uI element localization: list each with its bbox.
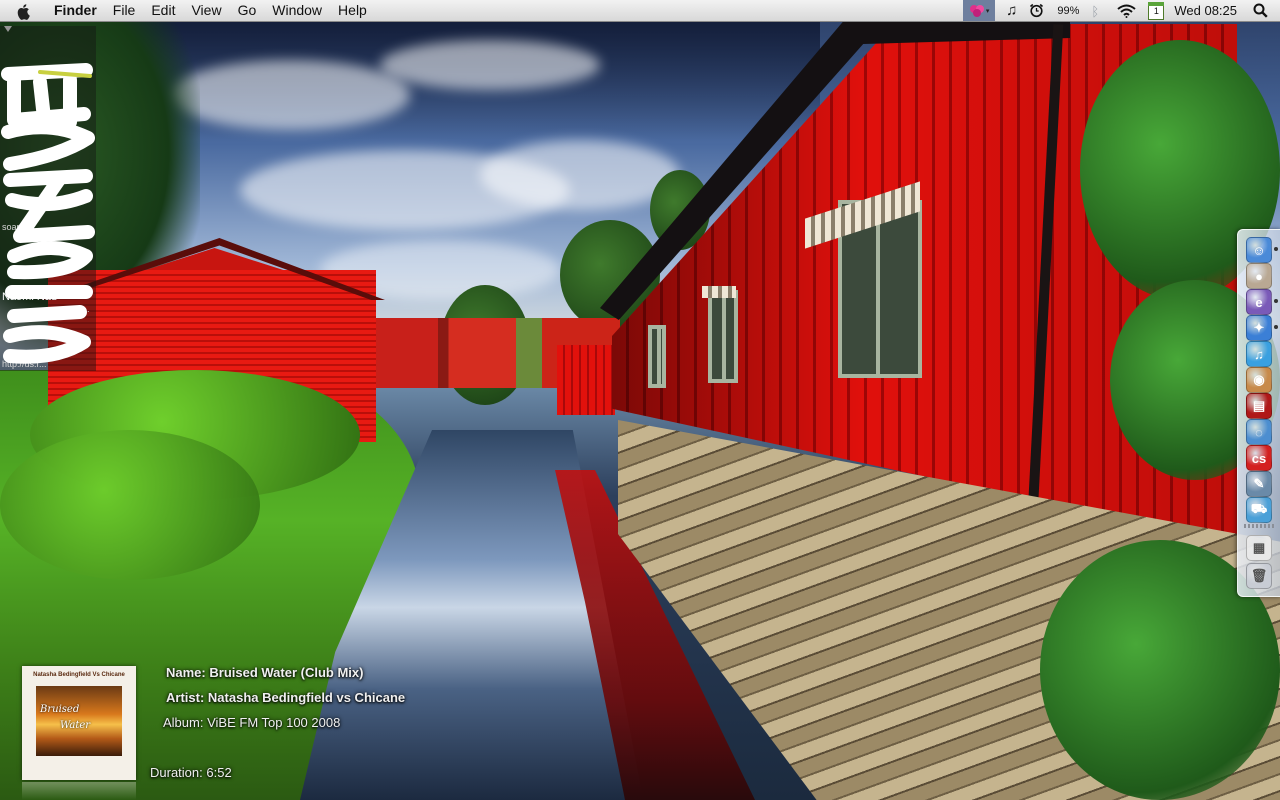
alarm-clock-icon (1030, 3, 1044, 18)
music-note-icon: ♫ (1006, 2, 1018, 19)
finder-icon[interactable]: ☺ (1246, 237, 1272, 263)
status-wifi[interactable] (1112, 0, 1141, 21)
name-label: Name: (166, 665, 206, 680)
magnifier-icon (1253, 3, 1268, 18)
album-cover[interactable]: Natasha Bedingfield Vs Chicane Bruised W… (22, 666, 136, 780)
dock: ☺ ● e ✦ ♫ ◉ ▤ ◌ cs ✎ ⛟ ▦ 🗑 (1237, 229, 1280, 597)
menu-go[interactable]: Go (230, 0, 265, 21)
battery-status[interactable]: 99% (1052, 0, 1084, 21)
menu-help[interactable]: Help (330, 0, 375, 21)
dock-separator (1244, 524, 1274, 528)
now-playing-album: Album: ViBE FM Top 100 2008 (163, 715, 340, 730)
album-cover-header: Natasha Bedingfield Vs Chicane (33, 672, 125, 678)
apple-menu[interactable] (16, 3, 38, 20)
menu-edit[interactable]: Edit (143, 0, 183, 21)
status-calendar[interactable]: 1 (1143, 0, 1169, 21)
mouse-icon[interactable]: ● (1246, 263, 1272, 289)
menu-view[interactable]: View (183, 0, 229, 21)
desktop-wallpaper (0, 0, 1280, 800)
brush-logo (1, 63, 95, 364)
document-icon[interactable]: ▦ (1246, 535, 1272, 561)
track-album: ViBE FM Top 100 2008 (207, 715, 341, 730)
status-music[interactable]: ♫ (1001, 0, 1022, 21)
trash-icon[interactable]: 🗑 (1246, 563, 1272, 589)
transmit-icon[interactable]: ⛟ (1246, 497, 1272, 523)
menu-window[interactable]: Window (264, 0, 330, 21)
system-tools-icon[interactable]: ✎ (1246, 471, 1272, 497)
artist-label: Artist: (166, 690, 205, 705)
menu-app-finder[interactable]: Finder (52, 0, 105, 21)
duration-label: Duration: (150, 765, 203, 780)
track-duration: 6:52 (206, 765, 232, 780)
photo-booth-icon[interactable]: ▤ (1246, 393, 1272, 419)
album-cover-artwork: Bruised Water (36, 686, 122, 756)
cloud (170, 60, 410, 130)
album-label: Album: (163, 715, 204, 730)
cloud (380, 40, 600, 90)
running-indicator (1274, 247, 1278, 251)
album-cover-title: Bruised (40, 704, 80, 715)
barn-window (708, 290, 738, 383)
now-playing-name: Name: Bruised Water (Club Mix) (166, 665, 363, 680)
msn-messenger-icon[interactable]: e (1246, 289, 1272, 315)
bush (0, 430, 260, 580)
itunes-icon[interactable]: ♫ (1246, 341, 1272, 367)
running-indicator (1274, 299, 1278, 303)
status-alarm[interactable] (1024, 0, 1049, 21)
barn-window (648, 325, 666, 388)
menu-file[interactable]: File (105, 0, 144, 21)
flower-app-icon (969, 4, 984, 17)
track-artist: Natasha Bedingfield vs Chicane (207, 690, 406, 705)
menu-bar: Finder File Edit View Go Window Help ▾ ♫… (0, 0, 1280, 22)
track-name: Bruised Water (Club Mix) (209, 665, 364, 680)
running-indicator (1274, 325, 1278, 329)
menu-extras: ▾ ♫ 99% ᛒ 1 Wed 08:25 (963, 0, 1280, 21)
now-playing-artist: Artist: Natasha Bedingfield vs Chicane (166, 690, 405, 705)
chevron-down-icon: ▾ (985, 7, 990, 15)
calendar-icon: 1 (1148, 1, 1165, 20)
now-playing-duration: Duration: 6:52 (150, 765, 232, 780)
status-app-menu[interactable]: ▾ (963, 0, 996, 21)
spotlight-button[interactable] (1247, 0, 1280, 21)
small-shed (557, 345, 615, 415)
menu-clock[interactable]: Wed 08:25 (1169, 0, 1247, 21)
wifi-icon (1117, 4, 1136, 18)
safari-icon[interactable]: ✦ (1246, 315, 1272, 341)
bluetooth-icon: ᛒ (1091, 3, 1100, 19)
album-cover-reflection (22, 782, 136, 800)
status-bluetooth[interactable]: ᛒ (1086, 0, 1108, 21)
network-utility-icon[interactable]: ◌ (1246, 419, 1272, 445)
adobe-cs-icon[interactable]: cs (1246, 445, 1272, 471)
apple-icon (17, 3, 30, 20)
window-awning (702, 286, 736, 298)
album-cover-title: Water (60, 720, 91, 731)
coffee-icon[interactable]: ◉ (1246, 367, 1272, 393)
